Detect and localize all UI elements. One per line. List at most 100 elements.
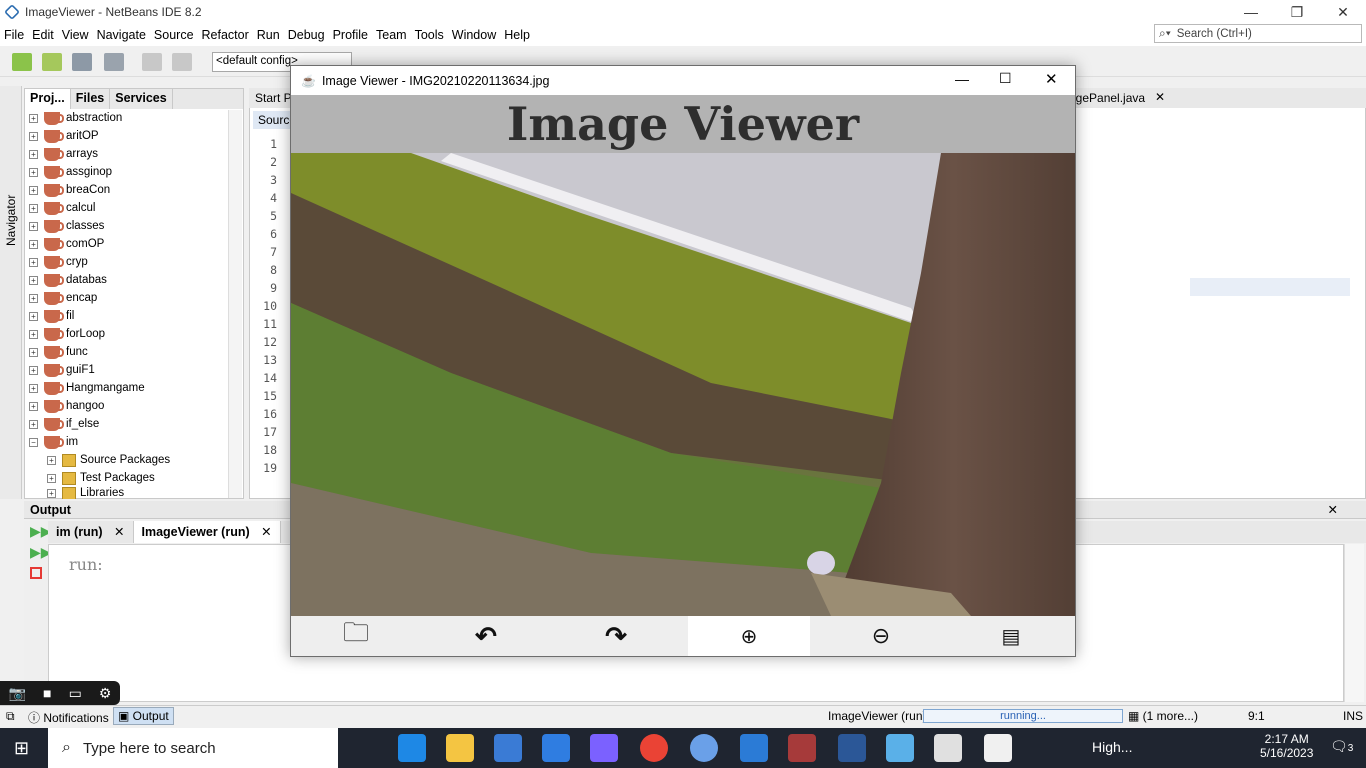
project-item[interactable]: + if_else xyxy=(29,415,99,433)
rerun-params-icon[interactable]: ▶▶ xyxy=(24,542,52,563)
project-item[interactable]: + guiF1 xyxy=(29,361,95,379)
menu-run[interactable]: Run xyxy=(253,28,284,42)
mail-icon[interactable] xyxy=(542,734,570,762)
camera-icon[interactable]: 📷 xyxy=(9,685,26,702)
project-item[interactable]: + breaCon xyxy=(29,181,110,199)
project-item[interactable]: + assginop xyxy=(29,163,112,181)
expand-icon[interactable]: + xyxy=(47,473,56,483)
output-scrollbar[interactable] xyxy=(1344,544,1364,702)
tab-imageviewer-run[interactable]: ImageViewer (run) ✕ xyxy=(133,521,281,543)
gallery-button[interactable]: ▤ xyxy=(946,616,1076,656)
project-item[interactable]: + encap xyxy=(29,289,97,307)
expand-icon[interactable]: + xyxy=(29,131,38,141)
redo-icon[interactable] xyxy=(172,53,192,71)
edge-icon[interactable] xyxy=(398,734,426,762)
close-tab-icon[interactable]: ✕ xyxy=(1155,90,1165,104)
window-icon[interactable]: ▭ xyxy=(69,685,82,702)
project-item[interactable]: + forLoop xyxy=(29,325,105,343)
chrome-icon[interactable] xyxy=(640,734,668,762)
expand-icon[interactable]: + xyxy=(29,149,38,159)
close-tab-icon[interactable]: ✕ xyxy=(261,525,271,539)
winrar-icon[interactable] xyxy=(788,734,816,762)
close-tab-icon[interactable]: ✕ xyxy=(114,525,124,539)
expand-icon[interactable]: + xyxy=(29,185,38,195)
expand-icon[interactable]: + xyxy=(29,365,38,375)
windows-start-icon[interactable]: ⊞ xyxy=(14,738,29,759)
expand-icon[interactable]: + xyxy=(29,329,38,339)
stop-icon[interactable] xyxy=(30,567,42,579)
package-item[interactable]: + Test Packages xyxy=(47,469,155,487)
menu-file[interactable]: File xyxy=(0,28,28,42)
menu-refactor[interactable]: Refactor xyxy=(198,28,253,42)
vscode-icon[interactable] xyxy=(740,734,768,762)
menu-debug[interactable]: Debug xyxy=(284,28,329,42)
project-item[interactable]: + Hangmangame xyxy=(29,379,145,397)
menu-window[interactable]: Window xyxy=(448,28,500,42)
restore-button[interactable]: ❐ xyxy=(1274,0,1320,24)
rotate-right-button[interactable]: ↷ xyxy=(551,616,681,656)
project-item[interactable]: + fil xyxy=(29,307,74,325)
menu-source[interactable]: Source xyxy=(150,28,198,42)
expand-icon[interactable]: + xyxy=(29,293,38,303)
expand-icon[interactable]: + xyxy=(29,311,38,321)
expand-icon[interactable]: + xyxy=(29,167,38,177)
tab-services[interactable]: Services xyxy=(110,89,173,109)
expand-icon[interactable]: + xyxy=(29,419,38,429)
video-icon[interactable]: ■ xyxy=(43,685,51,701)
qbittorrent-icon[interactable] xyxy=(690,734,718,762)
output-button[interactable]: ▣ Output xyxy=(113,707,174,725)
open-folder-button[interactable]: 🗀 xyxy=(291,616,421,656)
zoom-out-button[interactable]: ⊖ xyxy=(816,616,946,656)
project-item[interactable]: + arrays xyxy=(29,145,98,163)
viewer-maximize-button[interactable]: ☐ xyxy=(999,70,1012,87)
save-all-icon[interactable] xyxy=(104,53,124,71)
collapse-icon[interactable]: − xyxy=(29,437,38,447)
expand-icon[interactable]: + xyxy=(29,203,38,213)
new-file-icon[interactable] xyxy=(12,53,32,71)
project-item[interactable]: + cryp xyxy=(29,253,88,271)
tab-im-run[interactable]: im (run) ✕ xyxy=(48,521,134,543)
project-item[interactable]: + databas xyxy=(29,271,107,289)
more-tasks[interactable]: ▦ (1 more...) xyxy=(1128,709,1198,723)
viewer-close-button[interactable]: ✕ xyxy=(1045,70,1058,88)
package-item[interactable]: + Libraries xyxy=(47,487,124,499)
viewer-minimize-button[interactable]: — xyxy=(955,71,969,87)
expand-icon[interactable]: + xyxy=(29,383,38,393)
undo-icon[interactable] xyxy=(142,53,162,71)
expand-icon[interactable]: + xyxy=(47,455,56,465)
tab-files[interactable]: Files xyxy=(71,89,111,109)
restore-icon[interactable]: ⧉ xyxy=(6,709,15,724)
expand-icon[interactable]: + xyxy=(29,113,38,123)
zoom-in-button[interactable]: ⊕ xyxy=(688,616,810,656)
ide-search-input[interactable]: ⌕▾ Search (Ctrl+I) xyxy=(1154,24,1362,43)
tab-projects[interactable]: Proj... xyxy=(25,89,71,109)
menu-profile[interactable]: Profile xyxy=(329,28,372,42)
project-item[interactable]: + calcul xyxy=(29,199,95,217)
notification-center-icon[interactable]: 🗨3 xyxy=(1330,738,1353,755)
word-icon[interactable] xyxy=(838,734,866,762)
menu-view[interactable]: View xyxy=(58,28,93,42)
project-item[interactable]: + func xyxy=(29,343,88,361)
copilot-icon[interactable] xyxy=(590,734,618,762)
projects-scrollbar[interactable] xyxy=(228,110,242,498)
project-item[interactable]: + classes xyxy=(29,217,104,235)
java-icon[interactable] xyxy=(934,734,962,762)
menu-tools[interactable]: Tools xyxy=(411,28,448,42)
project-item[interactable]: + aritOP xyxy=(29,127,99,145)
taskbar-search[interactable]: ⌕ Type here to search xyxy=(48,728,338,768)
menu-help[interactable]: Help xyxy=(500,28,534,42)
close-button[interactable]: ✕ xyxy=(1320,0,1366,24)
expand-icon[interactable]: + xyxy=(29,257,38,267)
tab-imagepanel[interactable]: agePanel.java xyxy=(1069,91,1145,105)
package-item[interactable]: + Source Packages xyxy=(47,451,170,469)
rotate-left-button[interactable]: ↶ xyxy=(421,616,551,656)
notifications-button[interactable]: ⓘ Notifications xyxy=(28,709,109,726)
menu-edit[interactable]: Edit xyxy=(28,28,58,42)
expand-icon[interactable]: + xyxy=(29,221,38,231)
virtualbox-icon[interactable] xyxy=(886,734,914,762)
clock[interactable]: 2:17 AM 5/16/2023 xyxy=(1260,732,1313,760)
project-item[interactable]: + hangoo xyxy=(29,397,104,415)
expand-icon[interactable]: + xyxy=(29,401,38,411)
menu-team[interactable]: Team xyxy=(372,28,411,42)
menu-navigate[interactable]: Navigate xyxy=(93,28,150,42)
